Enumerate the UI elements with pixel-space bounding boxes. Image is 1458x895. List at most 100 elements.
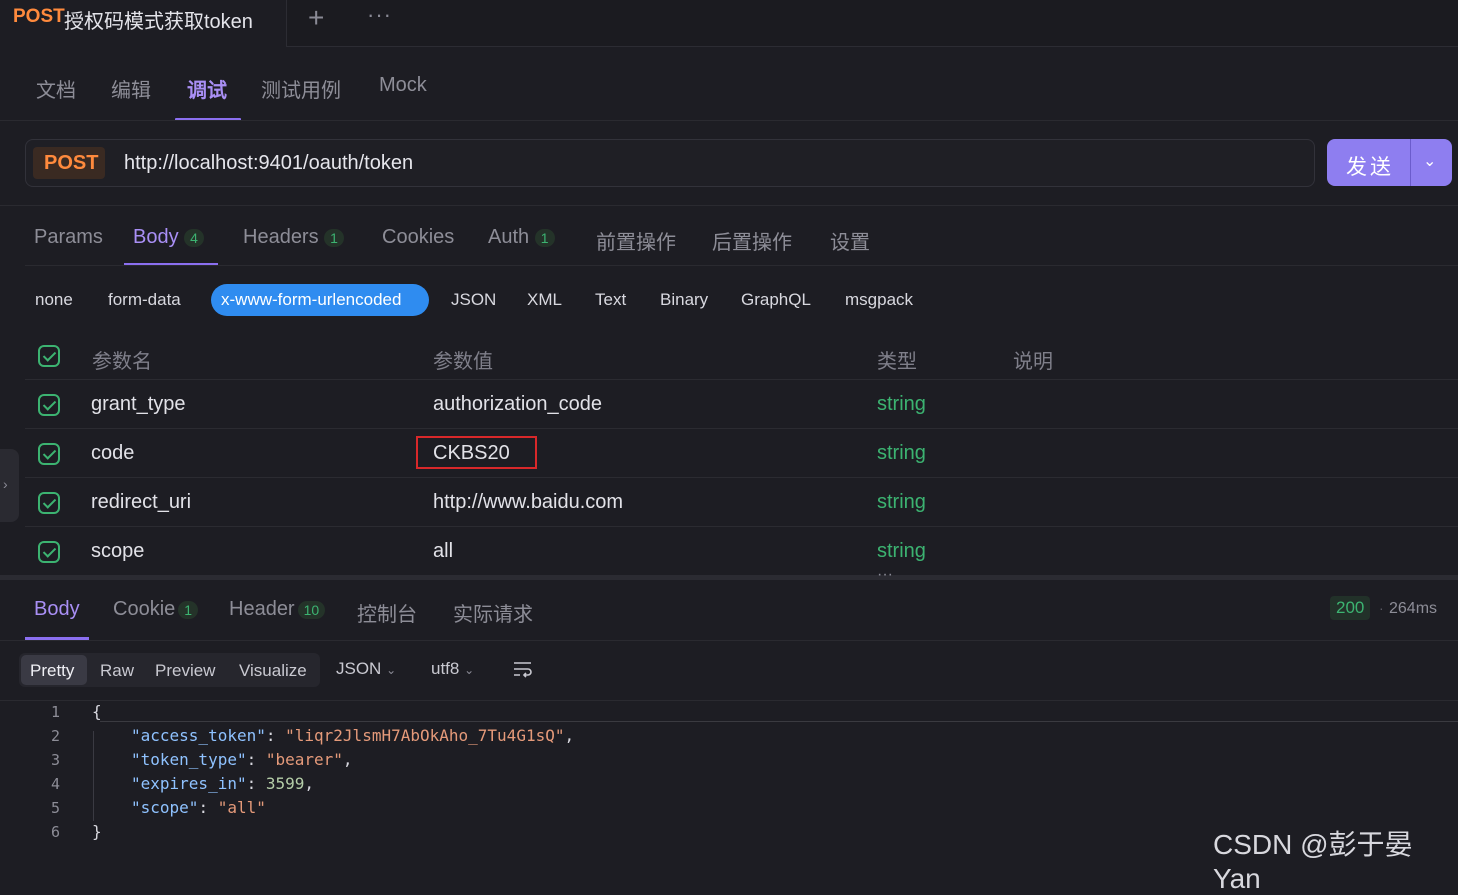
tab-label: Cookie: [113, 598, 176, 620]
tab-params[interactable]: Params: [34, 226, 103, 249]
response-tab-body[interactable]: Body: [34, 598, 80, 621]
line-number: 3: [50, 751, 60, 769]
param-type[interactable]: string: [877, 491, 926, 514]
tab-label: Body: [133, 226, 179, 248]
tab-test-cases[interactable]: 测试用例: [261, 74, 341, 103]
divider: [0, 700, 1458, 701]
brace-open: {: [92, 702, 102, 721]
divider: [25, 428, 1458, 429]
current-line-marker: [100, 721, 1458, 722]
tab-cookies[interactable]: Cookies: [382, 226, 454, 249]
tab-headers[interactable]: Headers 1: [243, 226, 344, 249]
response-tab-actual-request[interactable]: 实际请求: [453, 598, 533, 627]
tab-edit[interactable]: 编辑: [111, 74, 151, 103]
row-checkbox[interactable]: [38, 541, 60, 563]
view-pretty[interactable]: Pretty: [30, 661, 74, 681]
code-line[interactable]: {: [92, 702, 102, 721]
separator: ·: [1379, 600, 1384, 616]
body-type-text[interactable]: Text: [595, 290, 626, 310]
tab-post-actions[interactable]: 后置操作: [712, 226, 792, 255]
add-tab-icon[interactable]: +: [308, 2, 324, 34]
more-icon[interactable]: ···: [367, 2, 392, 28]
tab-method-label: POST: [13, 6, 65, 27]
view-raw[interactable]: Raw: [100, 661, 134, 681]
drag-handle-icon[interactable]: ···: [877, 566, 893, 584]
code-line[interactable]: }: [92, 822, 102, 841]
tab-label: Header: [229, 598, 295, 620]
line-number: 2: [50, 727, 60, 745]
column-header-name: 参数名: [92, 351, 152, 373]
row-checkbox[interactable]: [38, 443, 60, 465]
json-sep: ,: [342, 750, 353, 769]
response-tab-header[interactable]: Header 10: [229, 598, 326, 621]
tab-docs[interactable]: 文档: [36, 74, 76, 103]
tab-auth[interactable]: Auth 1: [488, 226, 555, 249]
tab-debug[interactable]: 调试: [187, 74, 227, 103]
json-value: "all": [217, 798, 266, 817]
divider: [0, 205, 1458, 206]
body-type-msgpack[interactable]: msgpack: [845, 290, 913, 310]
view-visualize[interactable]: Visualize: [239, 661, 307, 681]
tab-body[interactable]: Body 4: [133, 226, 204, 249]
code-line[interactable]: "expires_in": 3599,: [131, 774, 314, 793]
format-label: JSON: [336, 659, 382, 678]
body-type-json[interactable]: JSON: [451, 290, 496, 310]
divider: [0, 640, 1458, 641]
brace-close: }: [92, 822, 102, 841]
body-type-urlencoded[interactable]: x-www-form-urlencoded: [221, 290, 401, 310]
body-type-none[interactable]: none: [35, 290, 73, 310]
chevron-down-icon[interactable]: ⌄: [1423, 151, 1436, 171]
param-value[interactable]: authorization_code: [433, 393, 602, 416]
json-key: "token_type": [131, 750, 247, 769]
url-value[interactable]: http://localhost:9401/oauth/token: [124, 152, 413, 175]
line-number: 4: [50, 775, 60, 793]
code-line[interactable]: "scope": "all": [131, 798, 266, 817]
body-type-xml[interactable]: XML: [527, 290, 562, 310]
send-button-label: 发送: [1346, 156, 1394, 179]
view-preview[interactable]: Preview: [155, 661, 215, 681]
column-header-type: 类型: [877, 351, 917, 373]
line-number: 5: [50, 799, 60, 817]
response-tab-cookie[interactable]: Cookie 1: [113, 598, 199, 621]
tab-pre-actions[interactable]: 前置操作: [596, 226, 676, 255]
json-key: "access_token": [131, 726, 266, 745]
code-line[interactable]: "access_token": "liqr2JlsmH7AbOkAho_7Tu4…: [131, 726, 574, 745]
param-name[interactable]: redirect_uri: [91, 491, 191, 514]
param-value[interactable]: http://www.baidu.com: [433, 491, 623, 514]
param-name[interactable]: grant_type: [91, 393, 186, 416]
encoding-dropdown[interactable]: utf8 ⌄: [431, 659, 474, 679]
json-value: 3599: [265, 774, 305, 793]
chevron-right-icon[interactable]: ›: [3, 476, 8, 492]
column-header-description: 说明: [1013, 351, 1053, 373]
panel-resizer[interactable]: [0, 575, 1458, 580]
json-key: "expires_in": [131, 774, 247, 793]
format-dropdown[interactable]: JSON ⌄: [336, 659, 396, 679]
code-line[interactable]: "token_type": "bearer",: [131, 750, 353, 769]
tab-label: 前置操作: [596, 232, 676, 254]
divider: [25, 379, 1458, 380]
tab-mock[interactable]: Mock: [379, 74, 427, 97]
indent-guide: [93, 731, 94, 821]
count-badge: 10: [297, 601, 326, 619]
status-badge: 200: [1330, 596, 1371, 620]
row-checkbox[interactable]: [38, 492, 60, 514]
param-type[interactable]: string: [877, 540, 926, 563]
count-badge: 4: [184, 229, 204, 247]
row-checkbox[interactable]: [38, 394, 60, 416]
response-tab-console[interactable]: 控制台: [357, 598, 417, 627]
count-badge: 1: [534, 229, 555, 247]
json-value: "liqr2JlsmH7AbOkAho_7Tu4G1sQ": [285, 726, 565, 745]
tab-settings[interactable]: 设置: [830, 226, 870, 255]
chevron-down-icon: ⌄: [386, 663, 397, 677]
word-wrap-icon[interactable]: [513, 660, 533, 678]
select-all-checkbox[interactable]: [38, 345, 60, 367]
body-type-binary[interactable]: Binary: [660, 290, 708, 310]
param-value[interactable]: all: [433, 540, 453, 563]
param-type[interactable]: string: [877, 393, 926, 416]
tab-label: Auth: [488, 226, 530, 248]
body-type-graphql[interactable]: GraphQL: [741, 290, 811, 310]
param-name[interactable]: code: [91, 442, 134, 465]
body-type-form-data[interactable]: form-data: [108, 290, 181, 310]
param-type[interactable]: string: [877, 442, 926, 465]
param-name[interactable]: scope: [91, 540, 144, 563]
